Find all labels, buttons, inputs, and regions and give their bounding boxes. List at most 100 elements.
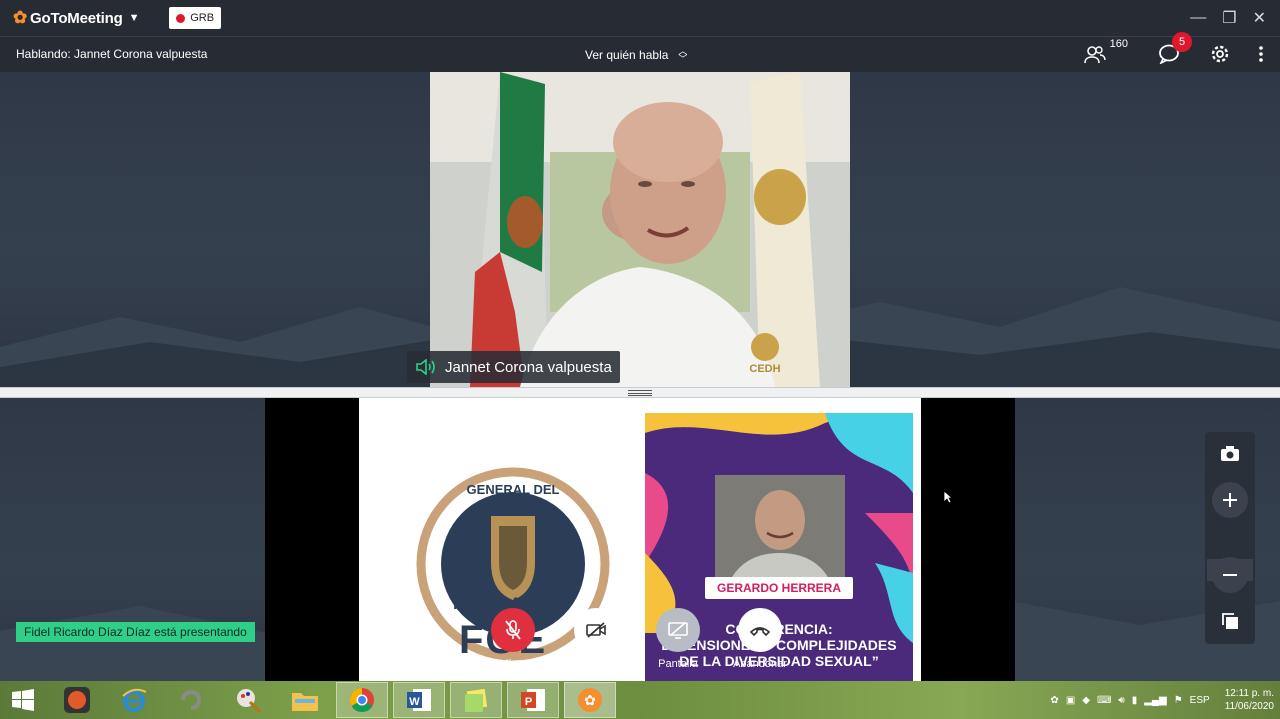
svg-text:W: W [409,696,420,708]
mouse-cursor-icon [943,490,954,509]
app-globe-icon [64,687,90,713]
taskbar-word[interactable]: W [393,682,445,718]
screenshot-button[interactable] [1212,436,1248,472]
speaker-audio-icon [416,359,435,375]
minimize-icon[interactable]: — [1190,9,1206,27]
more-vertical-icon [1259,45,1263,62]
window-controls: — ❐ ✕ [1190,0,1266,36]
clock-date: 11/06/2020 [1224,701,1274,712]
webcam-stage: CEDH Jannet Corona valpuesta [0,72,1280,387]
windows-taskbar: W P ✿ ✿ ▣ ◆ ⌨ 🔊︎ ▮ ▂▄▆ ⚑ ESP 12:11 p. m.… [0,681,1280,719]
internet-explorer-icon [122,688,147,712]
clock[interactable]: 12:11 p. m. 11/06/2020 [1225,687,1274,713]
app-name: GoToMeeting [30,9,123,27]
mic-label: Micro [499,658,527,670]
camera-icon [1221,446,1239,461]
speaker-video[interactable]: CEDH [430,72,850,387]
language-indicator[interactable]: ESP [1190,695,1210,706]
restore-icon[interactable]: ❐ [1222,8,1236,28]
powerpoint-icon: P [521,689,545,711]
speaker-video-frame: CEDH [430,72,850,387]
view-mode-label: Ver quién habla [585,48,669,62]
taskbar-app-4[interactable] [222,682,274,718]
recording-badge[interactable]: GRB [169,7,222,29]
speaker-portrait-image [715,475,845,593]
taskbar-gotomeeting[interactable]: ✿ [564,682,616,718]
meeting-tools: 160 5 [1083,31,1264,73]
attendee-count: 160 [1109,38,1128,50]
taskbar-file-explorer[interactable] [279,682,331,718]
tray-keyboard-icon[interactable]: ⌨ [1097,695,1111,706]
zoom-in-button[interactable] [1212,482,1248,518]
meeting-controls: Micro Cámara Pantalla Abandonar [0,608,1280,681]
taskbar-app-1[interactable] [51,682,103,718]
drag-handle-icon[interactable] [628,390,652,396]
tray-app-icon[interactable]: ✿ [1050,695,1058,706]
active-speaker-text: Hablando: Jannet Corona valpuesta [16,47,208,61]
leave-meeting-button[interactable]: Abandonar [720,608,800,670]
app-paint-icon [237,689,262,714]
camera-button[interactable]: Cámara [556,608,636,670]
chat-button[interactable]: 5 [1158,31,1192,67]
zoom-out-button[interactable] [1212,557,1248,593]
screen-share-stage: GENERAL DEL MICHOACÁN FGE [0,398,1280,681]
sticky-notes-icon [465,688,488,712]
chevron-updown-icon: ︿ ﹀ [678,46,688,64]
close-icon[interactable]: ✕ [1253,8,1266,28]
speaker-name-tag: Jannet Corona valpuesta [407,351,620,383]
tray-battery-icon[interactable]: ▮ [1132,695,1138,706]
gotomeeting-logo-icon: ✿ [13,8,28,27]
app-refresh-icon [181,690,201,710]
gotomeeting-taskbar-icon: ✿ [578,688,602,712]
hang-up-icon [738,608,782,652]
presenter-status: Fidel Ricardo Díaz Díaz está presentando [16,622,255,642]
tray-volume-icon[interactable]: 🔊︎ [1118,695,1124,706]
folder-icon [292,693,318,711]
minus-icon [1223,574,1237,576]
stage-splitter[interactable] [0,387,1280,398]
svg-text:GENERAL DEL: GENERAL DEL [467,482,560,497]
svg-text:✿: ✿ [584,693,596,709]
taskbar-powerpoint[interactable]: P [507,682,559,718]
clock-time: 12:11 p. m. [1224,688,1274,699]
mic-muted-icon [491,608,535,652]
gear-icon [1211,45,1229,62]
speaker-name-label: Jannet Corona valpuesta [445,358,612,376]
taskbar-chrome[interactable] [336,682,388,718]
chat-unread-badge: 5 [1172,31,1192,52]
taskbar-sticky-notes[interactable] [450,682,502,718]
title-bar: ✿ GoToMeeting ▼ GRB — ❐ ✕ [0,0,1280,36]
screen-share-button[interactable]: Pantalla [638,608,718,670]
word-icon: W [407,689,431,711]
tray-flag-icon[interactable]: ⚑ [1174,695,1183,706]
screen-share-label: Pantalla [658,658,698,670]
people-icon [1083,46,1106,64]
gotomeeting-window: ✿ GoToMeeting ▼ GRB — ❐ ✕ Hablando: Jann… [0,0,1280,719]
app-menu[interactable]: ✿ GoToMeeting ▼ [13,8,139,28]
taskbar-internet-explorer[interactable] [108,682,160,718]
speaker-portrait [715,475,845,593]
svg-text:P: P [525,696,532,708]
more-options-button[interactable] [1258,45,1264,66]
svg-text:CEDH: CEDH [749,363,780,375]
windows-logo-icon [12,689,34,711]
attendees-button[interactable]: 160 [1083,38,1128,64]
taskbar-app-3[interactable] [165,682,217,718]
camera-label: Cámara [576,658,616,670]
recording-label: GRB [190,12,215,24]
system-tray: ✿ ▣ ◆ ⌨ 🔊︎ ▮ ▂▄▆ ⚑ ESP 12:11 p. m. 11/06… [1050,681,1274,719]
chrome-icon [349,688,374,713]
plus-icon [1223,493,1237,507]
start-button[interactable] [0,682,46,718]
tray-network-drive-icon[interactable]: ▣ [1066,695,1075,706]
mic-button[interactable]: Micro [473,608,553,670]
tray-signal-icon[interactable]: ▂▄▆ [1144,695,1166,706]
settings-button[interactable] [1210,44,1230,67]
copy-window-icon [1222,613,1238,629]
popout-button[interactable] [1212,603,1248,639]
screen-share-icon [656,608,700,652]
meeting-info-bar: Hablando: Jannet Corona valpuesta Ver qu… [0,31,1280,73]
tray-shield-icon[interactable]: ◆ [1082,695,1090,706]
poster-speaker-name: GERARDO HERRERA [705,577,853,599]
view-mode-selector[interactable]: Ver quién habla ︿ ﹀ [585,46,688,64]
